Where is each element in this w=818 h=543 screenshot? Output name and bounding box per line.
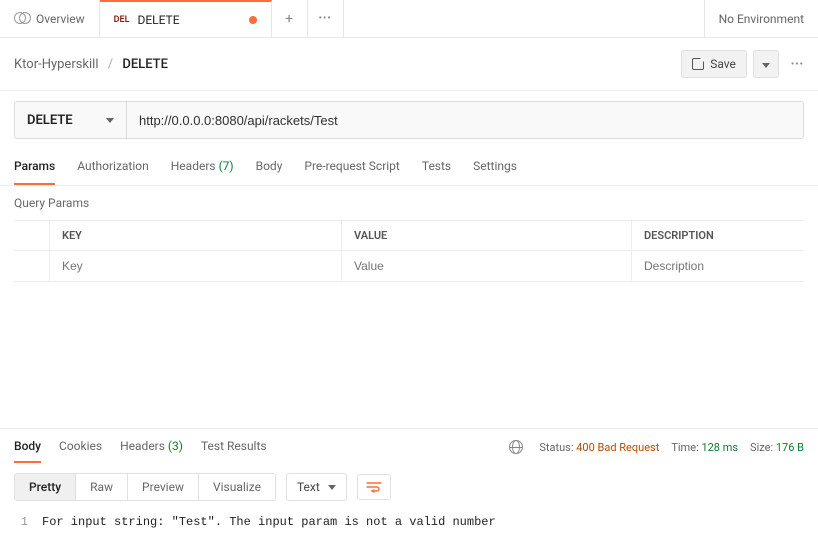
save-group: Save ••• — [681, 50, 804, 78]
tab-overview-label: Overview — [36, 12, 85, 26]
response-tab-bar: Body Cookies Headers (3) Test Results St… — [0, 429, 818, 465]
col-description: DESCRIPTION — [632, 221, 804, 250]
col-handle — [14, 221, 50, 250]
request-more-button[interactable]: ••• — [791, 59, 804, 70]
tab-settings[interactable]: Settings — [473, 149, 517, 185]
http-method-value: DELETE — [27, 113, 73, 128]
breadcrumb-sep: / — [108, 57, 113, 72]
table-header: KEY VALUE DESCRIPTION — [14, 221, 804, 251]
environment-selector[interactable]: No Environment — [704, 0, 818, 37]
tab-request-label: DELETE — [137, 13, 179, 27]
top-tab-bar: Overview DEL DELETE + ••• No Environment — [0, 0, 818, 38]
status-line: Status: 400 Bad Request Time: 128 ms Siz… — [509, 440, 804, 454]
response-panel: Body Cookies Headers (3) Test Results St… — [0, 428, 818, 543]
save-button-label: Save — [710, 57, 736, 71]
resp-tab-body[interactable]: Body — [14, 431, 41, 463]
query-params-label: Query Params — [0, 186, 818, 220]
chevron-down-icon — [762, 63, 770, 68]
tab-overview[interactable]: Overview — [0, 0, 100, 37]
resp-tab-headers-count: (3) — [168, 439, 183, 453]
tab-headers-count: (7) — [219, 159, 234, 173]
status-label: Status: — [539, 441, 573, 454]
new-tab-button[interactable]: + — [272, 0, 308, 37]
size-label: Size: — [750, 441, 773, 454]
status-value[interactable]: 400 Bad Request — [576, 441, 659, 454]
url-row: DELETE — [14, 101, 804, 139]
overview-icon — [14, 12, 28, 26]
col-value: VALUE — [342, 221, 632, 250]
tab-overflow-button[interactable]: ••• — [308, 0, 344, 37]
content-type-select[interactable]: Text — [286, 473, 347, 501]
query-params-table: KEY VALUE DESCRIPTION — [14, 220, 804, 282]
resp-tab-cookies[interactable]: Cookies — [59, 431, 102, 463]
breadcrumb: Ktor-Hyperskill / DELETE — [14, 57, 168, 72]
tab-params[interactable]: Params — [14, 149, 55, 185]
globe-icon[interactable] — [509, 440, 523, 454]
content-type-value: Text — [297, 480, 320, 494]
request-tab-bar: Params Authorization Headers (7) Body Pr… — [0, 149, 818, 186]
chevron-down-icon — [328, 485, 336, 490]
breadcrumb-collection[interactable]: Ktor-Hyperskill — [14, 57, 99, 72]
tab-body[interactable]: Body — [256, 149, 283, 185]
response-body[interactable]: 1 For input string: "Test". The input pa… — [0, 509, 818, 543]
tab-headers[interactable]: Headers (7) — [171, 149, 234, 185]
tab-prerequest[interactable]: Pre-request Script — [304, 149, 399, 185]
view-mode-segment: Pretty Raw Preview Visualize — [14, 473, 276, 501]
http-method-select[interactable]: DELETE — [15, 102, 127, 138]
url-input[interactable] — [127, 102, 803, 138]
view-visualize-button[interactable]: Visualize — [199, 474, 275, 500]
resp-tab-headers[interactable]: Headers (3) — [120, 431, 183, 463]
cell-desc[interactable] — [632, 251, 804, 281]
tab-method-badge: DEL — [114, 15, 130, 25]
environment-label: No Environment — [719, 12, 804, 26]
breadcrumb-row: Ktor-Hyperskill / DELETE Save ••• — [0, 38, 818, 91]
resp-tab-tests[interactable]: Test Results — [201, 431, 267, 463]
wrap-icon — [366, 481, 382, 493]
save-options-button[interactable] — [753, 50, 779, 78]
unsaved-indicator-icon — [249, 16, 257, 24]
cell-key[interactable] — [50, 251, 342, 281]
chevron-down-icon — [106, 118, 114, 123]
view-pretty-button[interactable]: Pretty — [15, 474, 76, 500]
param-key-input[interactable] — [62, 259, 329, 273]
view-preview-button[interactable]: Preview — [128, 474, 199, 500]
tab-request-delete[interactable]: DEL DELETE — [100, 0, 272, 37]
resp-tab-headers-label: Headers — [120, 439, 165, 453]
tab-headers-label: Headers — [171, 159, 216, 173]
param-desc-input[interactable] — [644, 259, 792, 273]
row-handle[interactable] — [14, 251, 50, 281]
time-value[interactable]: 128 ms — [701, 441, 738, 454]
table-row — [14, 251, 804, 281]
save-button[interactable]: Save — [681, 50, 747, 78]
breadcrumb-request: DELETE — [122, 57, 168, 72]
param-value-input[interactable] — [354, 259, 619, 273]
size-value[interactable]: 176 B — [776, 441, 804, 454]
wrap-lines-button[interactable] — [357, 474, 391, 500]
save-icon — [692, 58, 704, 70]
tab-authorization[interactable]: Authorization — [77, 149, 149, 185]
ellipsis-icon: ••• — [319, 13, 332, 24]
response-toolbar: Pretty Raw Preview Visualize Text — [0, 465, 818, 509]
response-text: For input string: "Test". The input para… — [42, 515, 496, 529]
tab-tests[interactable]: Tests — [422, 149, 451, 185]
line-number: 1 — [14, 515, 28, 529]
view-raw-button[interactable]: Raw — [76, 474, 128, 500]
cell-value[interactable] — [342, 251, 632, 281]
col-key: KEY — [50, 221, 342, 250]
time-label: Time: — [671, 441, 698, 454]
plus-icon: + — [285, 11, 293, 27]
